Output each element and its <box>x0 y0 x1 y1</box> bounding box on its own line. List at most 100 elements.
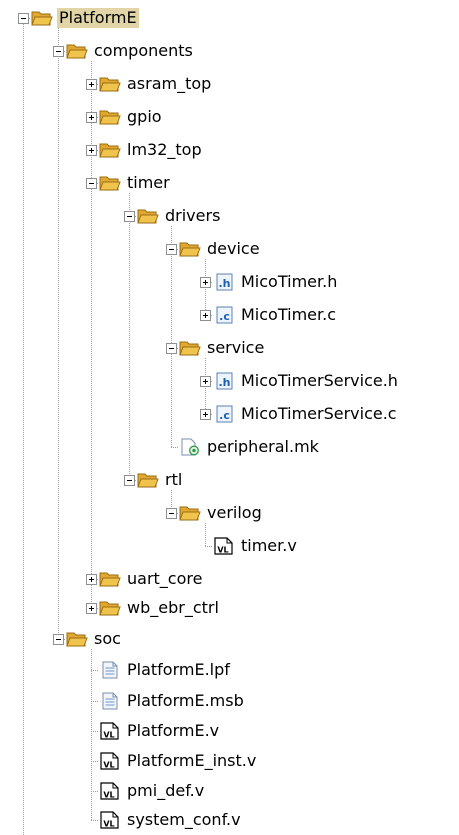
tree-row-soc[interactable]: soc <box>53 628 123 650</box>
text-file-icon <box>99 692 121 710</box>
tree-item-label: device <box>207 239 260 258</box>
collapse-toggle[interactable] <box>166 508 177 519</box>
expand-toggle[interactable] <box>86 79 97 90</box>
folder-icon <box>99 141 121 159</box>
tree-row-platforme-v[interactable]: VL PlatformE.v <box>99 720 221 742</box>
verilog-file-icon: VL <box>99 811 121 829</box>
tree-row-micotimerservice-c[interactable]: .c MicoTimerService.c <box>200 403 399 425</box>
tree-row-platforme-msb[interactable]: PlatformE.msb <box>99 690 246 712</box>
tree-item-label: PlatformE.msb <box>127 691 244 710</box>
project-tree: PlatformE components asram_top gpio lm32… <box>0 0 459 835</box>
tree-item-label: asram_top <box>127 74 212 93</box>
tree-item-label: MicoTimerService.h <box>241 371 398 390</box>
tree-item-label: PlatformE_inst.v <box>127 751 257 770</box>
tree-row-gpio[interactable]: gpio <box>86 106 164 128</box>
folder-icon <box>66 42 88 60</box>
tree-row-service[interactable]: service <box>166 337 266 359</box>
expand-toggle[interactable] <box>200 409 211 420</box>
tree-row-system-conf-v[interactable]: VL system_conf.v <box>99 809 243 831</box>
svg-text:VL: VL <box>217 546 228 555</box>
collapse-toggle[interactable] <box>53 46 64 57</box>
tree-row-verilog[interactable]: verilog <box>166 502 264 524</box>
svg-text:.h: .h <box>218 277 230 290</box>
tree-item-label: verilog <box>207 503 262 522</box>
collapse-toggle[interactable] <box>166 343 177 354</box>
tree-row-rtl[interactable]: rtl <box>124 469 184 491</box>
folder-icon <box>99 599 121 617</box>
tree-item-label: MicoTimer.h <box>241 272 338 291</box>
svg-text:.c: .c <box>219 409 230 422</box>
expand-toggle[interactable] <box>86 574 97 585</box>
verilog-file-icon: VL <box>99 782 121 800</box>
tree-item-label: wb_ebr_ctrl <box>127 598 219 617</box>
tree-row-micotimer-c[interactable]: .c MicoTimer.c <box>200 304 338 326</box>
tree-item-label: system_conf.v <box>127 810 241 829</box>
expand-toggle[interactable] <box>86 603 97 614</box>
tree-item-label: components <box>94 41 193 60</box>
tree-row-asram-top[interactable]: asram_top <box>86 73 213 95</box>
svg-text:.h: .h <box>218 376 230 389</box>
tree-item-label: PlatformE.v <box>127 721 220 740</box>
folder-icon <box>179 504 201 522</box>
tree-row-device[interactable]: device <box>166 238 262 260</box>
tree-row-timer-v[interactable]: VL timer.v <box>213 535 299 557</box>
tree-row-timer[interactable]: timer <box>86 172 172 194</box>
svg-text:VL: VL <box>103 761 114 770</box>
svg-text:VL: VL <box>103 731 114 740</box>
collapse-toggle[interactable] <box>86 178 97 189</box>
expand-toggle[interactable] <box>200 277 211 288</box>
tree-item-label: soc <box>94 629 121 648</box>
tree-item-label: uart_core <box>127 569 203 588</box>
svg-text:VL: VL <box>103 791 114 800</box>
tree-row-uart-core[interactable]: uart_core <box>86 568 204 590</box>
tree-item-label: drivers <box>165 206 221 225</box>
folder-icon <box>137 207 159 225</box>
collapse-toggle[interactable] <box>53 634 64 645</box>
header-file-icon: .h <box>213 273 235 291</box>
tree-item-label: peripheral.mk <box>207 437 319 456</box>
tree-row-components[interactable]: components <box>53 40 195 62</box>
tree-item-label: rtl <box>165 470 183 489</box>
folder-icon <box>99 108 121 126</box>
collapse-toggle[interactable] <box>124 211 135 222</box>
svg-text:VL: VL <box>103 820 114 829</box>
c-file-icon: .c <box>213 405 235 423</box>
tree-row-platforme-lpf[interactable]: PlatformE.lpf <box>99 659 232 681</box>
folder-icon <box>99 75 121 93</box>
expand-toggle[interactable] <box>86 145 97 156</box>
verilog-file-icon: VL <box>99 752 121 770</box>
header-file-icon: .h <box>213 372 235 390</box>
expand-toggle[interactable] <box>200 310 211 321</box>
tree-item-label: service <box>207 338 265 357</box>
tree-item-label: gpio <box>127 107 162 126</box>
collapse-toggle[interactable] <box>18 13 29 24</box>
tree-row-micotimerservice-h[interactable]: .h MicoTimerService.h <box>200 370 400 392</box>
verilog-file-icon: VL <box>213 537 235 555</box>
tree-row-drivers[interactable]: drivers <box>124 205 222 227</box>
expand-toggle[interactable] <box>200 376 211 387</box>
tree-row-pmi-def-v[interactable]: VL pmi_def.v <box>99 780 206 802</box>
collapse-toggle[interactable] <box>124 475 135 486</box>
tree-row-platforme-inst-v[interactable]: VL PlatformE_inst.v <box>99 750 258 772</box>
expand-toggle[interactable] <box>86 112 97 123</box>
tree-row-wb-ebr-ctrl[interactable]: wb_ebr_ctrl <box>86 597 221 619</box>
tree-row-peripheral-mk[interactable]: peripheral.mk <box>179 436 321 458</box>
tree-row-micotimer-h[interactable]: .h MicoTimer.h <box>200 271 339 293</box>
tree-row-lm32-top[interactable]: lm32_top <box>86 139 204 161</box>
folder-icon <box>99 174 121 192</box>
folder-icon <box>179 339 201 357</box>
makefile-icon <box>179 438 201 456</box>
folder-icon <box>66 630 88 648</box>
tree-item-label: lm32_top <box>127 140 202 159</box>
tree-item-label: PlatformE <box>57 8 139 28</box>
tree-item-label: pmi_def.v <box>127 781 205 800</box>
collapse-toggle[interactable] <box>166 244 177 255</box>
verilog-file-icon: VL <box>99 722 121 740</box>
tree-row-platforme[interactable]: PlatformE <box>18 7 139 29</box>
folder-icon <box>31 9 53 27</box>
tree-item-label: timer <box>127 173 170 192</box>
folder-icon <box>179 240 201 258</box>
tree-item-label: MicoTimerService.c <box>241 404 397 423</box>
tree-item-label: timer.v <box>241 536 297 555</box>
tree-item-label: MicoTimer.c <box>241 305 336 324</box>
